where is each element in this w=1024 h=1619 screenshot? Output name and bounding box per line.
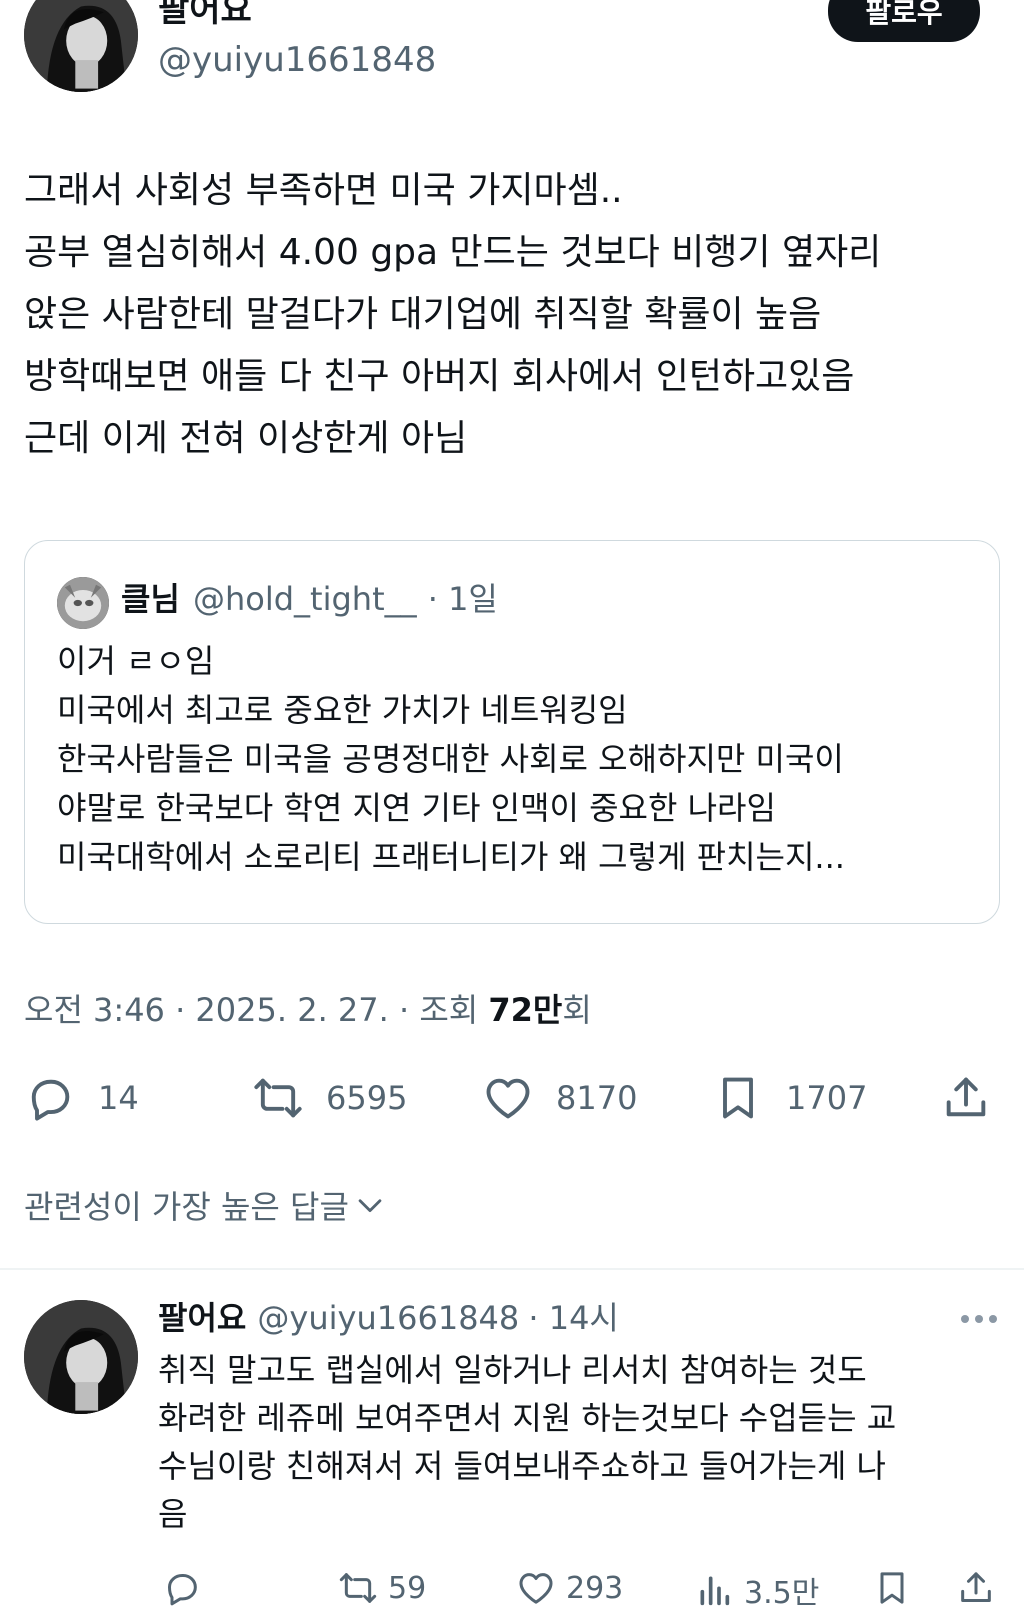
quote-header: 클님 @hold_tight__ · 1일 (121, 579, 498, 619)
reply-view-count: 3.5만 (744, 1576, 820, 1611)
quote-author-name[interactable]: 클님 (121, 580, 180, 618)
view-count: 72만 (488, 991, 563, 1029)
tweet-line: 그래서 사회성 부족하면 미국 가지마셈.. (24, 170, 623, 211)
reply-share-button[interactable] (956, 1568, 996, 1608)
share-button[interactable] (940, 1072, 992, 1124)
tweet-line: 근데 이게 전혀 이상한게 아님 (24, 418, 468, 459)
quote-line: 미국대학에서 소로리티 프래터니티가 왜 그렇게 판치는지... (57, 838, 845, 876)
quote-text: 이거 ㄹㅇ임 미국에서 최고로 중요한 가치가 네트워킹임 한국사람들은 미국을… (57, 637, 845, 882)
bookmark-count: 1707 (786, 1079, 868, 1117)
quote-line: 야말로 한국보다 학연 지연 기타 인맥이 중요한 나라임 (57, 789, 776, 827)
reply-count: 14 (98, 1079, 139, 1117)
reply-author-handle[interactable]: @yuiyu1661848 (257, 1299, 519, 1337)
reply-sort-label: 관련성이 가장 높은 답글 (24, 1188, 349, 1226)
author-handle[interactable]: @yuiyu1661848 (158, 40, 436, 80)
bookmark-icon (723, 1077, 753, 1119)
reply-line: 수님이랑 친해져서 저 들여보내주쇼하고 들어가는게 나 (158, 1447, 886, 1485)
heart-icon (486, 1078, 530, 1119)
like-button[interactable]: 8170 (482, 1072, 637, 1124)
retweet-icon (254, 1078, 302, 1118)
bookmark-icon (880, 1572, 904, 1604)
reply-header: 팔어요 @yuiyu1661848 · 14시 (158, 1298, 619, 1338)
heart-icon (519, 1573, 553, 1604)
reply-icon (31, 1079, 70, 1121)
author-avatar[interactable] (24, 0, 138, 92)
reply-like-button[interactable]: 293 (516, 1568, 623, 1608)
reply-views-button[interactable]: 3.5만 (694, 1568, 819, 1612)
reply-time: · 14시 (528, 1299, 619, 1337)
tweet-timestamp[interactable]: 오전 3:46 · 2025. 2. 27. · 조회 (24, 991, 488, 1029)
retweet-button[interactable]: 6595 (252, 1072, 407, 1124)
reply-bookmark-button[interactable] (872, 1568, 912, 1608)
reply-reply-button[interactable] (162, 1568, 202, 1608)
quote-author-handle[interactable]: @hold_tight__ (193, 580, 417, 618)
quote-time: · 1일 (427, 580, 498, 618)
reply-button[interactable]: 14 (24, 1072, 139, 1124)
tweet-line: 앉은 사람한테 말걸다가 대기업에 취직할 확률이 높음 (24, 294, 822, 335)
author-name[interactable]: 팔어요 (158, 0, 252, 30)
reply-sort-dropdown[interactable]: 관련성이 가장 높은 답글 (24, 1182, 387, 1228)
bookmark-button[interactable]: 1707 (712, 1072, 867, 1124)
reply-author-name[interactable]: 팔어요 (158, 1299, 246, 1337)
quote-author-avatar (57, 577, 109, 629)
reply-retweet-count: 59 (388, 1570, 427, 1606)
quote-line: 한국사람들은 미국을 공명정대한 사회로 오해하지만 미국이 (57, 740, 844, 778)
reply-retweet-button[interactable]: 59 (338, 1568, 426, 1608)
more-options-button[interactable] (958, 1304, 1000, 1334)
reply-author-avatar[interactable] (24, 1300, 138, 1414)
reply-line: 화려한 레쥬메 보여주면서 지원 하는것보다 수업듣는 교 (158, 1399, 897, 1437)
reply-line: 취직 말고도 랩실에서 일하거나 리서치 참여하는 것도 (158, 1351, 867, 1389)
views-icon (700, 1576, 730, 1606)
tweet-line: 공부 열심히해서 4.00 gpa 만드는 것보다 비행기 옆자리 (24, 232, 882, 273)
quote-line: 이거 ㄹㅇ임 (57, 642, 215, 680)
reply-icon (168, 1574, 197, 1606)
quote-line: 미국에서 최고로 중요한 가치가 네트워킹임 (57, 691, 628, 729)
like-count: 8170 (556, 1079, 638, 1117)
tweet-text: 그래서 사회성 부족하면 미국 가지마셈.. 공부 열심히해서 4.00 gpa… (24, 160, 881, 470)
reply-line: 음 (158, 1495, 188, 1533)
retweet-icon (339, 1573, 377, 1603)
share-icon (946, 1077, 986, 1117)
reply-like-count: 293 (566, 1570, 624, 1606)
reply-text: 취직 말고도 랩실에서 일하거나 리서치 참여하는 것도 화려한 레쥬메 보여주… (158, 1346, 896, 1538)
retweet-count: 6595 (326, 1079, 408, 1117)
share-icon (961, 1572, 991, 1602)
tweet-line: 방학때보면 애들 다 친구 아버지 회사에서 인턴하고있음 (24, 356, 855, 397)
quote-tweet-card[interactable]: 클님 @hold_tight__ · 1일 이거 ㄹㅇ임 미국에서 최고로 중요… (24, 540, 1000, 924)
divider (0, 1268, 1024, 1270)
more-icon (961, 1315, 997, 1323)
chevron-down-icon (358, 1199, 382, 1213)
tweet-meta: 오전 3:46 · 2025. 2. 27. · 조회 72만회 (24, 985, 592, 1031)
view-count-suffix: 회 (562, 991, 592, 1029)
follow-button[interactable]: 팔로우 (828, 0, 980, 42)
